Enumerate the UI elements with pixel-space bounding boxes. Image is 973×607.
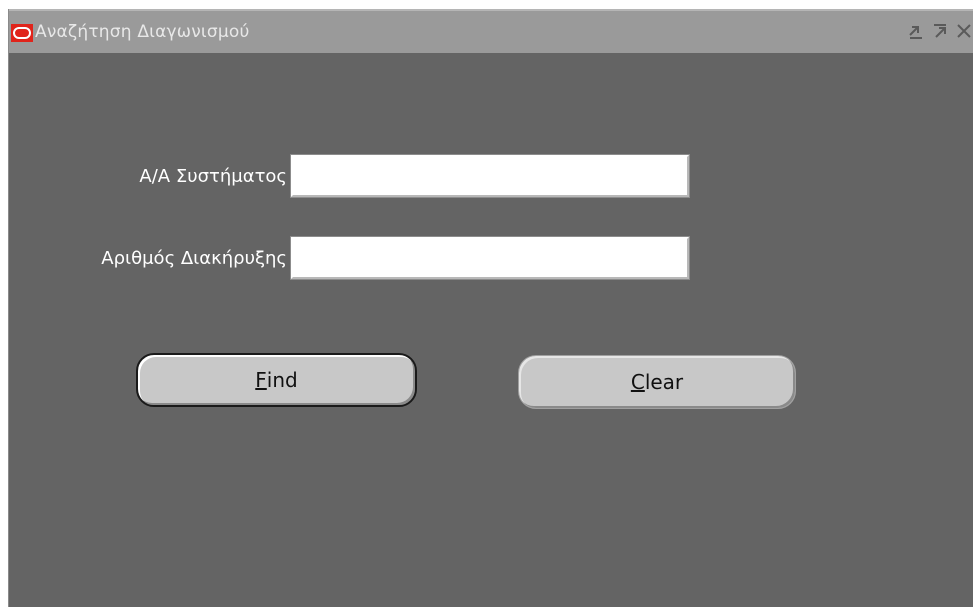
oracle-logo-icon <box>11 24 33 42</box>
find-label: ind <box>266 368 298 392</box>
system-number-label: Α/Α Συστήματος <box>139 165 287 187</box>
find-button[interactable]: Find <box>136 353 417 407</box>
find-mnemonic: F <box>255 368 267 392</box>
close-icon[interactable] <box>954 20 973 42</box>
clear-label: lear <box>644 370 684 394</box>
title-bar[interactable]: Αναζήτηση Διαγωνισμού <box>9 9 973 53</box>
tender-number-label: Αριθμός Διακήρυξης <box>101 247 287 269</box>
system-number-row: Α/Α Συστήματος <box>9 154 690 198</box>
clear-button[interactable]: Clear <box>518 355 796 409</box>
system-number-input[interactable] <box>290 154 690 198</box>
tender-number-row: Αριθμός Διακήρυξης <box>9 236 690 280</box>
window-title: Αναζήτηση Διαγωνισμού <box>35 22 250 42</box>
minimize-icon[interactable] <box>906 20 926 42</box>
tender-number-input[interactable] <box>290 236 690 280</box>
dialog-window: Αναζήτηση Διαγωνισμού Α/Α Συστήματος Αρι… <box>8 9 973 607</box>
maximize-icon[interactable] <box>930 20 950 42</box>
window-controls <box>906 20 973 44</box>
clear-mnemonic: C <box>630 370 645 394</box>
